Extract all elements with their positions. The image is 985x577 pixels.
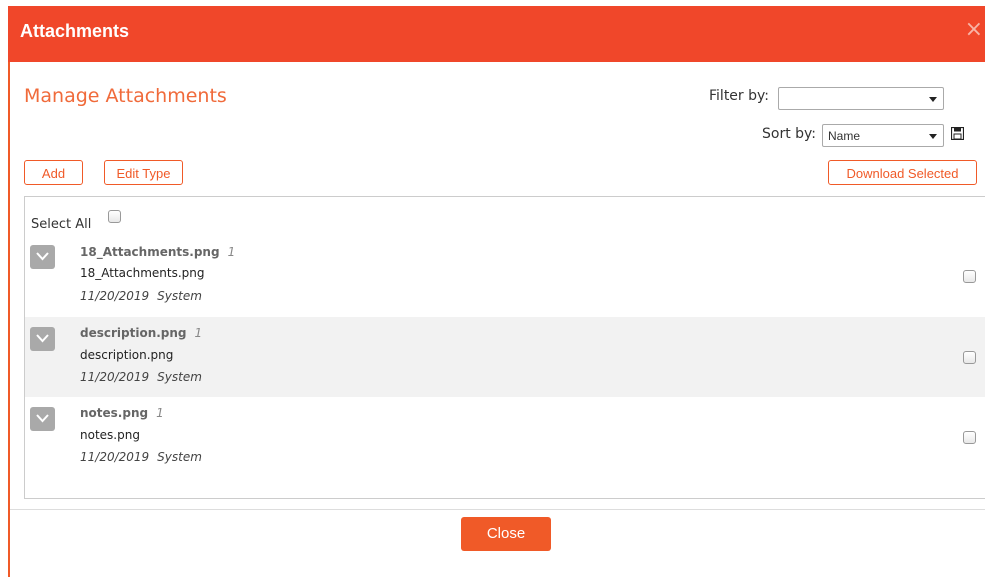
- expand-button[interactable]: [30, 245, 55, 269]
- attachment-meta: 11/20/2019 System: [80, 450, 202, 464]
- chevron-down-icon: [36, 414, 49, 423]
- footer-divider: [10, 509, 985, 510]
- attachment-meta: 11/20/2019 System: [80, 289, 202, 303]
- item-checkbox[interactable]: [963, 431, 976, 444]
- dialog-title: Attachments: [20, 21, 130, 41]
- sort-label: Sort by:: [762, 126, 817, 142]
- attachment-name[interactable]: 18_Attachments.png 1: [80, 245, 235, 259]
- expand-button[interactable]: [30, 407, 55, 431]
- save-icon[interactable]: [951, 127, 964, 140]
- close-button[interactable]: Close: [461, 517, 551, 551]
- close-icon[interactable]: ×: [965, 19, 983, 41]
- edit-type-button[interactable]: Edit Type: [104, 160, 183, 185]
- attachment-description: 18_Attachments.png: [80, 266, 205, 280]
- page-title: Manage Attachments: [24, 85, 227, 107]
- attachment-version: 1: [227, 245, 236, 259]
- attachment-meta: 11/20/2019 System: [80, 370, 202, 384]
- filter-label: Filter by:: [709, 88, 769, 104]
- chevron-down-icon: [929, 97, 937, 102]
- list-item: notes.png 1 notes.png 11/20/2019 System: [25, 397, 985, 477]
- chevron-down-icon: [36, 334, 49, 343]
- attachment-user: System: [157, 370, 202, 384]
- expand-button[interactable]: [30, 327, 55, 351]
- attachment-date: 11/20/2019: [80, 289, 150, 303]
- sort-select-value: Name: [828, 129, 861, 143]
- attachment-name[interactable]: description.png 1: [80, 326, 202, 340]
- attachment-date: 11/20/2019: [80, 450, 150, 464]
- attachments-dialog: Attachments × Manage Attachments Filter …: [8, 6, 985, 577]
- attachment-version: 1: [156, 406, 164, 420]
- filter-select[interactable]: [778, 87, 944, 110]
- sort-select[interactable]: Name: [822, 124, 944, 147]
- attachment-user: System: [157, 289, 202, 303]
- download-selected-button[interactable]: Download Selected: [828, 160, 977, 185]
- attachment-name-text: 18_Attachments.png: [80, 245, 220, 259]
- item-checkbox[interactable]: [963, 351, 976, 364]
- attachment-description: description.png: [80, 348, 174, 362]
- attachment-name-text: description.png: [80, 326, 187, 340]
- attachment-name-text: notes.png: [80, 406, 149, 420]
- attachment-version: 1: [194, 326, 203, 340]
- select-all-checkbox[interactable]: [108, 210, 121, 223]
- add-button[interactable]: Add: [24, 160, 83, 185]
- list-item: description.png 1 description.png 11/20/2…: [25, 317, 985, 397]
- attachments-list: Select All 18_Attachments.png 1 18_Attach…: [24, 196, 985, 499]
- attachment-name[interactable]: notes.png 1: [80, 406, 164, 420]
- select-all-label: Select All: [31, 217, 92, 232]
- chevron-down-icon: [929, 134, 937, 139]
- attachment-date: 11/20/2019: [80, 370, 150, 384]
- attachment-description: notes.png: [80, 428, 140, 442]
- chevron-down-icon: [36, 252, 49, 261]
- attachment-user: System: [157, 450, 202, 464]
- dialog-titlebar: Attachments ×: [8, 6, 985, 62]
- item-checkbox[interactable]: [963, 270, 976, 283]
- list-item: 18_Attachments.png 1 18_Attachments.png 1…: [25, 237, 985, 317]
